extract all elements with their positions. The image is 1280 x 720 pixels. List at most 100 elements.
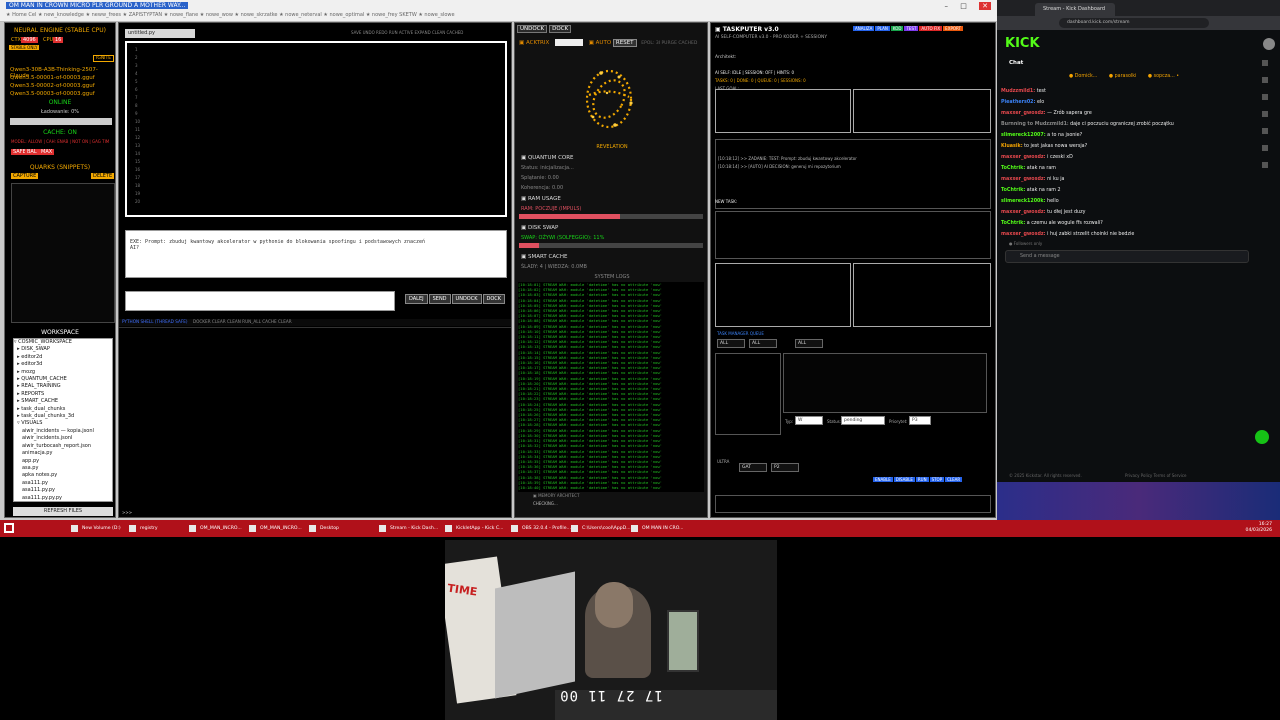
dock-button[interactable]: DOCK	[482, 294, 506, 304]
chat-username[interactable]: maxxer_gwosdz:	[1001, 155, 1046, 160]
task-panel-right[interactable]	[853, 263, 991, 327]
active-value-input[interactable]	[554, 39, 583, 46]
test-button[interactable]: TEST	[904, 26, 919, 31]
active-toggle[interactable]: ▣ ACKTRIX	[519, 40, 549, 46]
taskbar-app[interactable]: New Volume (D:)	[68, 522, 121, 535]
chat-message[interactable]: ToChtrik: a czemu ale wogule ffs rozwali…	[1001, 218, 1251, 229]
chat-username[interactable]: ToChtrik:	[1001, 166, 1025, 171]
tree-item[interactable]: ▸ DISK_SWAP	[14, 346, 112, 353]
dock-tab[interactable]: DOCK	[549, 25, 572, 33]
filter-select-2[interactable]: ALL	[749, 339, 777, 348]
workspace-tree[interactable]: ▿ COSMIC_WORKSPACE ▸ DISK_SWAP ▸ editor2…	[13, 338, 113, 502]
auto-toggle[interactable]: ▣ AUTO	[589, 40, 611, 46]
chat-username[interactable]: Burnning to Mudzzmild1	[1001, 122, 1067, 127]
taskbar-app[interactable]: OM MAN IN CRO...	[628, 522, 684, 535]
tree-item[interactable]: asa111.py.py	[14, 487, 112, 494]
chat-username[interactable]: maxxer_gwosdz:	[1001, 210, 1046, 215]
tree-item[interactable]: aiwir_turbocash_report.json	[14, 443, 112, 450]
cpu-input[interactable]: 16	[53, 37, 64, 43]
taskbar-app[interactable]: C:\Users\cool\AppD...	[568, 522, 631, 535]
typ-field[interactable]: W	[795, 416, 823, 425]
model-item[interactable]: Qwen3.5-00001-of-00003.gguf	[10, 75, 95, 81]
new-task-input[interactable]	[715, 211, 991, 259]
chat-username[interactable]: maxxer_gwosdz:	[1001, 111, 1046, 116]
system-tray[interactable]: 16:27 04/03/2026	[1246, 522, 1272, 534]
export-button[interactable]: EXPORT	[943, 26, 963, 31]
tree-item[interactable]: animacja.py	[14, 450, 112, 457]
model-item[interactable]: Qwen3.5-00002-of-00003.gguf	[10, 83, 95, 89]
minimize-icon[interactable]: –	[945, 2, 949, 10]
chat-username[interactable]: slimereck12007:	[1001, 133, 1046, 138]
chat-message[interactable]: ToChtrik: atak na ram 2	[1001, 185, 1251, 196]
tree-item[interactable]: asa111.py	[14, 480, 112, 487]
chat-username[interactable]: slimereck1200k:	[1001, 199, 1046, 204]
chat-message[interactable]: ToChtrik: atak na ram	[1001, 163, 1251, 174]
browser-tab-title[interactable]: OM MAN IN CROWN MICRO PLR GROUND A MOTHE…	[6, 2, 189, 9]
taskbar-app[interactable]: OBS 32.0.4 - Profile...	[508, 522, 571, 535]
kick-footer-links[interactable]: Privacy Policy Terms of Service	[1125, 473, 1187, 478]
snippets-box[interactable]	[11, 183, 115, 323]
tree-item[interactable]: ▸ mozg	[14, 369, 112, 376]
code-area[interactable]: 1 2 3 4 5 6 7 8 9 10 11 12 13 14 15 16 17 18 19 20	[125, 41, 507, 217]
tree-item[interactable]: asa.py	[14, 465, 112, 472]
send-button[interactable]: SEND	[428, 294, 451, 304]
prompt-output-box[interactable]: EXE: Prompt: zbuduj kwantowy akcelerator…	[125, 230, 507, 278]
tree-item[interactable]: ▸ REPORTS	[14, 391, 112, 398]
taskbar-app[interactable]: registry	[126, 522, 158, 535]
filter-select-3[interactable]: ALL	[795, 339, 823, 348]
tree-item[interactable]: ▸ SMART_CACHE	[14, 398, 112, 405]
chat-message[interactable]: Burnning to Mudzzmild1: daje ci poczuciu…	[1001, 119, 1251, 130]
tree-item[interactable]: ▸ REAL_TRAINING	[14, 383, 112, 390]
tree-item[interactable]: ▸ task_dual_chunks	[14, 406, 112, 413]
chat-username[interactable]: maxxer_gwosdz:	[1001, 232, 1046, 237]
pinned-user-1[interactable]: ● Domićk...	[1069, 74, 1097, 79]
pinned-user-3[interactable]: ● sopcza... •	[1148, 74, 1179, 79]
delete-button[interactable]: DELETE	[91, 173, 115, 179]
stop-button[interactable]: STOP	[929, 477, 945, 482]
reset-button[interactable]: RESET	[612, 39, 637, 47]
chat-message[interactable]: maxxer_gwosdz: i czeski xD	[1001, 152, 1251, 163]
side-tool-icon[interactable]	[1262, 145, 1268, 151]
task-log-area[interactable]: [10:18:12] >> ZADANIE: TEST: Prompt: zbu…	[715, 139, 991, 209]
tree-item[interactable]: app.py	[14, 458, 112, 465]
priority-field[interactable]: P3	[909, 416, 931, 425]
chat-message[interactable]: maxxer_gwosdz: tu dłej jest duzy	[1001, 207, 1251, 218]
bal-button[interactable]: BAL	[25, 149, 39, 155]
ignite-button[interactable]: IGNITE	[93, 55, 115, 62]
maximize-icon[interactable]: □	[960, 2, 967, 10]
chat-message[interactable]: maxxer_gwosdz: i huj zabki strzelit choi…	[1001, 229, 1251, 240]
taskbar-app[interactable]: Stream - Kick Dash...	[376, 522, 438, 535]
chat-messages[interactable]: Mudzzmild1: test Pieathers02: elo maxxer_g…	[1001, 86, 1251, 246]
enable-button[interactable]: ENABLE	[873, 477, 893, 482]
chat-input[interactable]: Send a message	[1005, 250, 1249, 263]
bottom-value[interactable]: P2	[771, 463, 799, 472]
status-field[interactable]: pending	[841, 416, 885, 425]
disable-button[interactable]: DISABLE	[893, 477, 915, 482]
task-panel-left[interactable]	[715, 263, 851, 327]
chat-username[interactable]: Pieathers02:	[1001, 100, 1035, 105]
prompt-input[interactable]	[125, 291, 395, 311]
shell-buttons[interactable]: DOCKER CLEAR CLEAN RUN_ALL CACHE CLEAR	[193, 319, 292, 324]
side-tool-icon[interactable]	[1262, 60, 1268, 66]
taskbar-app[interactable]: OM_MAN_INCRO...	[186, 522, 242, 535]
editor-toolbar[interactable]: SAVE UNDO REDO RUN ACTIVE EXPAND CLEAN C…	[351, 30, 463, 35]
tree-item[interactable]: apka notes.py	[14, 472, 112, 479]
bottom-select[interactable]: GAT	[739, 463, 767, 472]
chat-message[interactable]: Pieathers02: elo	[1001, 97, 1251, 108]
kick-logo[interactable]: KICK	[1005, 36, 1040, 51]
side-tool-icon[interactable]	[1262, 77, 1268, 83]
ctx-input[interactable]: 4096	[21, 37, 38, 43]
queue-list[interactable]	[715, 353, 781, 435]
refresh-files-button[interactable]: REFRESH FILES	[13, 507, 113, 516]
tree-item[interactable]: ▸ QUANTUM_CACHE	[14, 376, 112, 383]
capture-button[interactable]: CAPTURE	[11, 173, 39, 179]
start-icon[interactable]	[4, 523, 14, 533]
plan-button[interactable]: PLAN	[875, 26, 890, 31]
chat-message[interactable]: maxxer_gwosdz: — Zrób sapera gre	[1001, 108, 1251, 119]
goal-input-area[interactable]	[715, 89, 851, 133]
tree-item[interactable]: ▸ editor3d	[14, 361, 112, 368]
chat-username[interactable]: maxxer_gwosdz:	[1001, 177, 1046, 182]
chat-message[interactable]: Mudzzmild1: test	[1001, 86, 1251, 97]
kod-button[interactable]: KOD	[890, 26, 904, 31]
system-logs[interactable]: [10:18:01] STREAM WAH: module 'datetime'…	[518, 282, 704, 492]
